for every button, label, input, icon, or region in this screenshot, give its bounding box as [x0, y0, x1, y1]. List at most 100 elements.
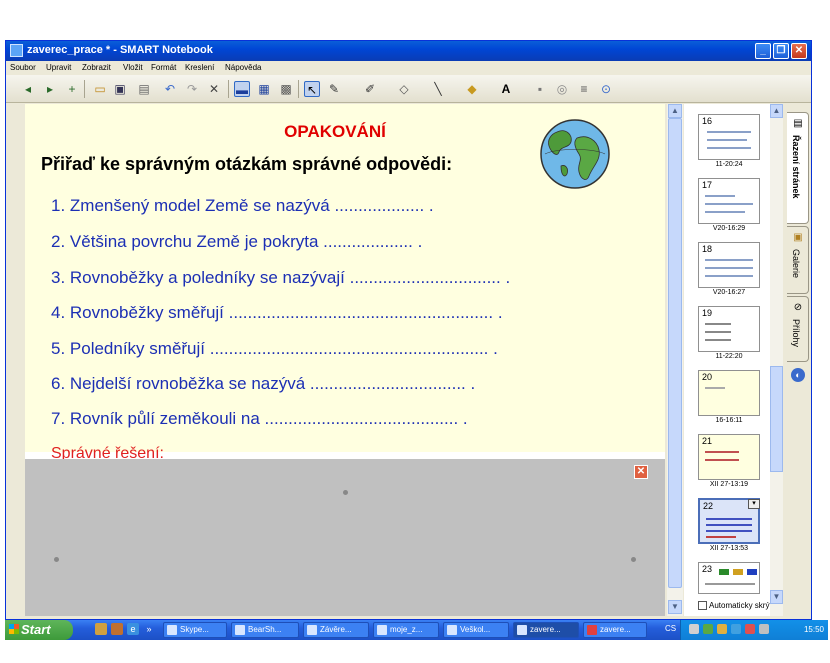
scroll-down-arrow-icon[interactable]: ▼: [668, 600, 682, 614]
notebook-page[interactable]: OPAKOVÁNÍ Přiřaď ke správným otázkám spr…: [25, 104, 665, 616]
thumbnail-line: [705, 195, 735, 197]
autohide-checkbox[interactable]: Automaticky skrýt: [698, 601, 772, 611]
thumbnail-menu-icon[interactable]: ▾: [748, 499, 760, 509]
checkbox-box[interactable]: [698, 601, 707, 611]
toolbar-separator: [298, 80, 299, 98]
question-2[interactable]: 2. Většina povrchu Země je pokryta .....…: [51, 232, 422, 252]
menu-view[interactable]: Zobrazit: [82, 63, 111, 72]
thumbnail-number: 20: [702, 372, 713, 382]
tray-icon[interactable]: [703, 624, 713, 634]
scroll-down-arrow-icon[interactable]: ▼: [770, 590, 783, 604]
properties-icon[interactable]: ▪: [532, 81, 548, 97]
tray-icon[interactable]: [745, 624, 755, 634]
toolbar-move-icon[interactable]: ⊙: [598, 81, 614, 97]
line-icon[interactable]: ╲: [430, 81, 446, 97]
task-button[interactable]: Veškol...: [443, 622, 509, 638]
thumbnail-line: [707, 147, 751, 149]
tab-attachments[interactable]: ⊘ Přílohy: [787, 296, 809, 362]
ie-icon[interactable]: e: [127, 623, 139, 635]
shade-handle-top[interactable]: [343, 490, 348, 495]
question-7[interactable]: 7. Rovník půlí zeměkouli na ............…: [51, 409, 468, 429]
page-scrollbar[interactable]: ▲ ▼: [667, 104, 683, 616]
tab-page-sorter[interactable]: ▤ Řazení stránek: [787, 112, 809, 224]
menu-file[interactable]: Soubor: [10, 63, 36, 72]
quicklaunch-icon[interactable]: [111, 623, 123, 635]
thumbnail-line: [706, 536, 736, 538]
maximize-button[interactable]: ❐: [773, 43, 789, 59]
screen-shade-icon[interactable]: ▬: [234, 81, 250, 97]
close-button[interactable]: ✕: [791, 43, 807, 59]
full-screen-icon[interactable]: ▦: [256, 81, 272, 97]
task-button[interactable]: Závěre...: [303, 622, 369, 638]
delete-icon[interactable]: ✕: [206, 81, 222, 97]
previous-page-icon[interactable]: ◂: [20, 81, 36, 97]
select-pointer-icon[interactable]: ↖: [304, 81, 320, 97]
tray-icon[interactable]: [689, 624, 699, 634]
question-1[interactable]: 1. Zmenšený model Země se nazývá .......…: [51, 196, 434, 216]
next-page-icon[interactable]: ▸: [42, 81, 58, 97]
menu-edit[interactable]: Upravit: [46, 63, 71, 72]
title-bar[interactable]: zaverec_prace * - SMART Notebook _ ❐ ✕: [6, 41, 811, 61]
task-button[interactable]: BearSh...: [231, 622, 299, 638]
page-thumbnail[interactable]: 18 V20-16:27: [698, 242, 760, 296]
scrollbar-thumb[interactable]: [668, 118, 682, 588]
redo-icon[interactable]: ↷: [184, 81, 200, 97]
question-4[interactable]: 4. Rovnoběžky směřují ..................…: [51, 303, 503, 323]
tray-icon[interactable]: [717, 624, 727, 634]
task-button-active[interactable]: zavere...: [513, 622, 579, 638]
pen-icon[interactable]: ✎: [326, 81, 342, 97]
sorter-scrollbar[interactable]: ▲ ▼: [770, 104, 783, 616]
page-thumbnail[interactable]: 19 11-22:20: [698, 306, 760, 360]
question-3[interactable]: 3. Rovnoběžky a poledníky se nazývají ..…: [51, 268, 510, 288]
toolbar-options-icon[interactable]: ≡: [576, 81, 592, 97]
menu-help[interactable]: Nápověda: [225, 63, 261, 72]
globe-icon[interactable]: [537, 116, 613, 192]
page-thumbnail[interactable]: 23: [698, 562, 760, 596]
toggle-side-icon[interactable]: ◐: [791, 368, 805, 382]
menu-draw[interactable]: Kreslení: [185, 63, 214, 72]
menu-insert[interactable]: Vložit: [123, 63, 143, 72]
page-thumbnail[interactable]: 21 XII 27-13:19: [698, 434, 760, 488]
clock[interactable]: 15:50: [804, 625, 824, 634]
scroll-up-arrow-icon[interactable]: ▲: [770, 104, 783, 118]
magic-pen-icon[interactable]: ◎: [554, 81, 570, 97]
add-page-icon[interactable]: +: [64, 81, 80, 97]
capture-icon[interactable]: ▩: [278, 81, 294, 97]
page-thumbnail[interactable]: 17 V20-16:29: [698, 178, 760, 232]
task-button[interactable]: moje_z...: [373, 622, 439, 638]
eraser-icon[interactable]: ◇: [396, 81, 412, 97]
quicklaunch-icon[interactable]: [95, 623, 107, 635]
task-button[interactable]: Skype...: [163, 622, 227, 638]
shade-close-button[interactable]: ✕: [634, 465, 648, 479]
creative-pen-icon[interactable]: ✐: [362, 81, 378, 97]
menu-format[interactable]: Formát: [151, 63, 176, 72]
thumbnail-stamp: V20-16:27: [712, 289, 746, 296]
thumbnail-shape: [747, 569, 757, 575]
screen-shade[interactable]: ✕: [25, 459, 665, 616]
tab-gallery[interactable]: ▣ Galerie: [787, 226, 809, 294]
scroll-up-arrow-icon[interactable]: ▲: [668, 104, 682, 118]
paste-icon[interactable]: ▤: [136, 81, 152, 97]
tray-icon[interactable]: [731, 624, 741, 634]
more-icon[interactable]: »: [143, 623, 155, 635]
save-icon[interactable]: ▣: [112, 81, 128, 97]
fill-icon[interactable]: ◆: [464, 81, 480, 97]
shade-handle-left[interactable]: [54, 557, 59, 562]
minimize-button[interactable]: _: [755, 43, 771, 59]
page-thumbnail-current[interactable]: 22 ▾ XII 27-13:53: [698, 498, 760, 552]
text-icon[interactable]: A: [498, 81, 514, 97]
language-indicator[interactable]: CS: [665, 624, 676, 633]
question-6[interactable]: 6. Nejdelší rovnoběžka se nazývá .......…: [51, 374, 475, 394]
scrollbar-thumb[interactable]: [770, 366, 783, 472]
open-file-icon[interactable]: ▭: [92, 81, 108, 97]
app-icon: [235, 625, 245, 635]
task-button[interactable]: zavere...: [583, 622, 647, 638]
start-button[interactable]: Start: [5, 620, 73, 640]
shade-handle-right[interactable]: [631, 557, 636, 562]
page-thumbnail[interactable]: 16 11-20:24: [698, 114, 760, 168]
undo-icon[interactable]: ↶: [162, 81, 178, 97]
tray-icon[interactable]: [759, 624, 769, 634]
question-5[interactable]: 5. Poledníky směřují ...................…: [51, 339, 498, 359]
page-thumbnail[interactable]: 20 16-16:11: [698, 370, 760, 424]
toolbar-separator: [228, 80, 229, 98]
